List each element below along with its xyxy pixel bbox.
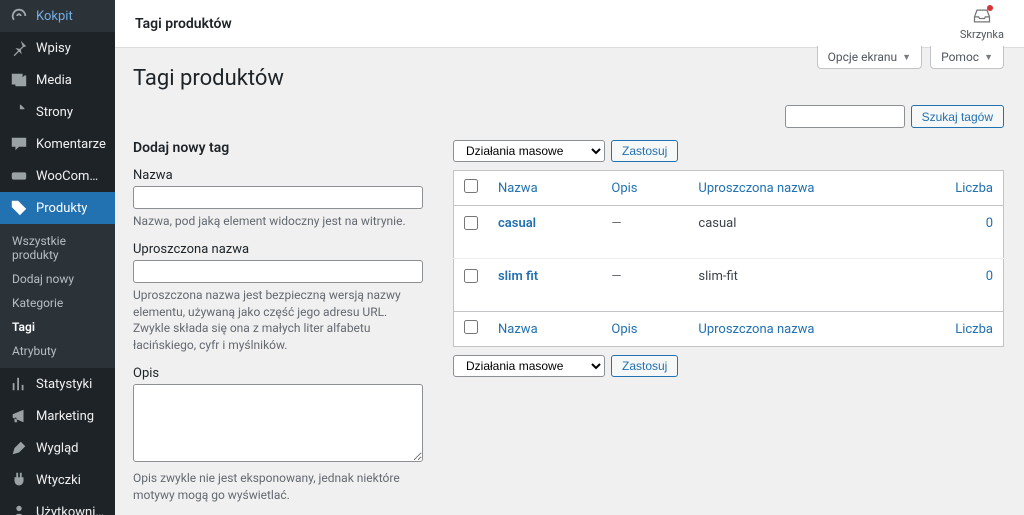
tag-slug-label: Uproszczona nazwa: [133, 242, 423, 257]
help-toggle[interactable]: Pomoc▼: [930, 46, 1004, 69]
woo-icon: [10, 167, 28, 185]
pin-icon: [10, 39, 28, 57]
tag-count-link[interactable]: 0: [986, 269, 993, 284]
sidebar-item-produkty[interactable]: Produkty: [0, 192, 115, 224]
tag-count-link[interactable]: 0: [986, 216, 993, 231]
tag-name-link[interactable]: slim fit: [498, 269, 538, 284]
sidebar-item-media[interactable]: Media: [0, 64, 115, 96]
apply-bulk-bottom[interactable]: Zastosuj: [611, 355, 678, 377]
bulk-actions-bottom[interactable]: Działania masowe: [453, 355, 605, 377]
add-new-tag-heading: Dodaj nowy tag: [133, 140, 423, 156]
users-icon: [10, 503, 28, 515]
page-title: Tagi produktów: [133, 66, 1004, 91]
col-slug-header[interactable]: Uproszczona nazwa: [698, 181, 814, 196]
col-desc-header[interactable]: Opis: [611, 181, 637, 196]
screen-options-toggle[interactable]: Opcje ekranu▼: [817, 46, 922, 69]
select-all-top[interactable]: [464, 179, 478, 193]
sidebar-label: Produkty: [36, 201, 87, 216]
media-icon: [10, 71, 28, 89]
col-count-header[interactable]: Liczba: [955, 181, 993, 196]
tag-desc-cell: —: [601, 259, 688, 312]
sidebar-item-woocommerce[interactable]: WooCommerce: [0, 160, 115, 192]
sidebar-label: Kokpit: [36, 9, 73, 24]
inbox-icon: [972, 6, 992, 26]
col-count-footer[interactable]: Liczba: [955, 322, 993, 337]
sidebar-label: Statystyki: [36, 377, 92, 392]
tag-slug-cell: casual: [688, 206, 945, 259]
sidebar-label: WooCommerce: [36, 169, 107, 184]
sidebar-item-strony[interactable]: Strony: [0, 96, 115, 128]
bulk-actions-top[interactable]: Działania masowe: [453, 140, 605, 162]
inbox-label: Skrzynka: [960, 28, 1004, 41]
row-checkbox[interactable]: [464, 269, 478, 283]
select-all-bottom[interactable]: [464, 320, 478, 334]
chevron-down-icon: ▼: [902, 52, 911, 63]
tag-slug-input[interactable]: [133, 260, 423, 283]
sidebar-item-uzytkownicy[interactable]: Użytkownicy: [0, 496, 115, 515]
sidebar-label: Komentarze: [36, 137, 106, 152]
sidebar-label: Wygląd: [36, 441, 78, 456]
tag-name-input[interactable]: [133, 186, 423, 209]
sidebar-label: Strony: [36, 105, 73, 120]
admin-sidebar: Kokpit Wpisy Media Strony Komentarze WooComme…: [0, 0, 115, 515]
tag-search-input[interactable]: [785, 105, 905, 128]
pages-icon: [10, 103, 28, 121]
topbar: Tagi produktów Skrzynka: [115, 0, 1024, 48]
submenu-item[interactable]: Wszystkie produkty: [0, 229, 115, 267]
apply-bulk-top[interactable]: Zastosuj: [611, 140, 678, 162]
table-row: casual—casual0: [454, 206, 1004, 259]
dashboard-icon: [10, 7, 28, 25]
chevron-down-icon: ▼: [984, 52, 993, 63]
plugins-icon: [10, 471, 28, 489]
tag-desc-cell: —: [601, 206, 688, 259]
row-checkbox[interactable]: [464, 216, 478, 230]
sidebar-item-wtyczki[interactable]: Wtyczki: [0, 464, 115, 496]
topbar-title: Tagi produktów: [135, 16, 232, 32]
col-name-header[interactable]: Nazwa: [498, 181, 538, 196]
submenu-item[interactable]: Dodaj nowy: [0, 267, 115, 291]
sidebar-item-kokpit[interactable]: Kokpit: [0, 0, 115, 32]
sidebar-item-statystyki[interactable]: Statystyki: [0, 368, 115, 400]
appearance-icon: [10, 439, 28, 457]
product-icon: [10, 199, 28, 217]
col-name-footer[interactable]: Nazwa: [498, 322, 538, 337]
tag-name-desc: Nazwa, pod jaką element widoczny jest na…: [133, 213, 423, 230]
sidebar-item-marketing[interactable]: Marketing: [0, 400, 115, 432]
sidebar-label: Użytkownicy: [36, 505, 107, 515]
table-row: slim fit —slim-fit 0: [454, 259, 1004, 312]
marketing-icon: [10, 407, 28, 425]
sidebar-label: Marketing: [36, 409, 94, 424]
sidebar-item-wpisy[interactable]: Wpisy: [0, 32, 115, 64]
submenu-item[interactable]: Atrybuty: [0, 339, 115, 363]
submenu-item[interactable]: Kategorie: [0, 291, 115, 315]
tag-desc-textarea[interactable]: [133, 384, 423, 462]
tags-table: Nazwa Opis Uproszczona nazwa Liczba casu…: [453, 170, 1004, 347]
tag-desc-label: Opis: [133, 366, 423, 381]
sidebar-label: Wpisy: [36, 41, 71, 56]
tag-slug-desc: Uproszczona nazwa jest bezpieczną wersją…: [133, 287, 423, 354]
tag-name-link[interactable]: casual: [498, 216, 536, 231]
sidebar-label: Wtyczki: [36, 473, 81, 488]
sidebar-item-wyglad[interactable]: Wygląd: [0, 432, 115, 464]
tag-slug-cell: slim-fit: [688, 259, 945, 312]
col-slug-footer[interactable]: Uproszczona nazwa: [698, 322, 814, 337]
sidebar-item-komentarze[interactable]: Komentarze: [0, 128, 115, 160]
search-tags-button[interactable]: Szukaj tagów: [911, 105, 1004, 128]
tag-desc-desc: Opis zwykle nie jest eksponowany, jednak…: [133, 470, 423, 504]
stats-icon: [10, 375, 28, 393]
sidebar-label: Media: [36, 73, 72, 88]
tag-name-label: Nazwa: [133, 168, 423, 183]
comments-icon: [10, 135, 28, 153]
inbox-button[interactable]: Skrzynka: [960, 6, 1004, 41]
submenu-item[interactable]: Tagi: [0, 315, 115, 339]
col-desc-footer[interactable]: Opis: [611, 322, 637, 337]
submenu-produkty: Wszystkie produktyDodaj nowyKategorieTag…: [0, 224, 115, 368]
